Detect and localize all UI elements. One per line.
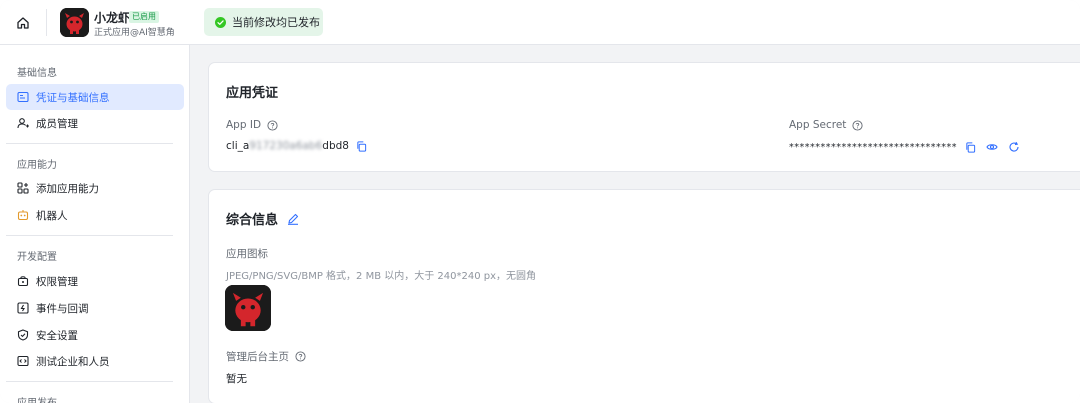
sidebar-group-basic: 基础信息 xyxy=(17,68,57,79)
app-id-value: cli_a 917230a6ab6 dbd8 xyxy=(226,139,369,153)
help-icon[interactable] xyxy=(265,118,279,132)
status-badge: 已启用 xyxy=(129,11,159,23)
credentials-title: 应用凭证 xyxy=(226,86,279,101)
permission-icon xyxy=(17,275,29,287)
sidebar-item-test-tenant[interactable]: 测试企业和人员 xyxy=(6,348,184,374)
help-icon[interactable] xyxy=(293,350,307,364)
sidebar-group-dev: 开发配置 xyxy=(17,252,57,263)
sidebar-item-security[interactable]: 安全设置 xyxy=(6,322,184,348)
sidebar-group-capability: 应用能力 xyxy=(17,160,57,171)
sidebar-item-label: 成员管理 xyxy=(36,117,78,130)
copy-icon[interactable] xyxy=(963,140,977,154)
sidebar-item-label: 添加应用能力 xyxy=(36,182,99,195)
add-capability-icon xyxy=(17,182,29,194)
edit-icon[interactable] xyxy=(286,212,300,226)
credentials-card: 应用凭证 App ID cli_a 917230a6ab6 dbd8 App Sec… xyxy=(208,62,1080,172)
app-secret-label: App Secret xyxy=(789,118,864,132)
app-secret-text: ******************************** xyxy=(789,141,957,153)
member-icon xyxy=(17,117,29,129)
shield-icon xyxy=(17,329,29,341)
sidebar: 基础信息 凭证与基础信息 成员管理 应用能力 添加应用能力 机器人 开发配置 权… xyxy=(0,45,190,403)
copy-icon[interactable] xyxy=(355,139,369,153)
general-info-card: 综合信息 应用图标 JPEG/PNG/SVG/BMP 格式，2 MB 以内，大于… xyxy=(208,189,1080,403)
sidebar-item-add-capability[interactable]: 添加应用能力 xyxy=(6,175,184,201)
divider xyxy=(6,235,173,236)
sidebar-item-members[interactable]: 成员管理 xyxy=(6,110,184,136)
app-secret-label-text: App Secret xyxy=(789,119,847,131)
home-icon[interactable] xyxy=(12,12,34,34)
app-secret-value: ******************************** xyxy=(789,140,1021,154)
divider xyxy=(46,9,47,36)
app-id-label-text: App ID xyxy=(226,119,262,131)
app-id-suffix: dbd8 xyxy=(322,140,349,152)
homepage-value: 暂无 xyxy=(226,373,247,385)
app-icon-hint: JPEG/PNG/SVG/BMP 格式，2 MB 以内，大于 240*240 p… xyxy=(226,271,537,282)
credential-icon xyxy=(17,91,29,103)
toast-text: 当前修改均已发布 xyxy=(232,16,320,29)
general-title-row: 综合信息 xyxy=(226,209,300,228)
sidebar-group-publish: 应用发布 xyxy=(17,394,57,403)
test-icon xyxy=(17,355,29,367)
sidebar-item-robot[interactable]: 机器人 xyxy=(6,202,184,228)
robot-icon xyxy=(17,209,29,221)
app-avatar[interactable] xyxy=(60,8,89,37)
app-id-masked: 917230a6ab6 xyxy=(249,140,323,152)
divider xyxy=(6,381,173,382)
sidebar-item-events[interactable]: 事件与回调 xyxy=(6,295,184,321)
sidebar-item-label: 测试企业和人员 xyxy=(36,355,110,368)
app-subtitle: 正式应用@AI智慧角 xyxy=(94,28,175,38)
app-id-label: App ID xyxy=(226,118,279,132)
sidebar-item-credentials[interactable]: 凭证与基础信息 xyxy=(6,84,184,110)
app-icon-image[interactable] xyxy=(225,285,271,331)
homepage-label: 管理后台主页 xyxy=(226,349,307,364)
sidebar-item-label: 权限管理 xyxy=(36,275,78,288)
sidebar-item-label: 安全设置 xyxy=(36,329,78,342)
help-icon[interactable] xyxy=(850,118,864,132)
refresh-icon[interactable] xyxy=(1007,140,1021,154)
app-id-prefix: cli_a xyxy=(226,140,250,152)
general-title: 综合信息 xyxy=(226,213,279,228)
publish-status-toast: 当前修改均已发布 xyxy=(204,8,323,36)
homepage-label-text: 管理后台主页 xyxy=(226,351,289,363)
check-circle-icon xyxy=(215,16,226,28)
eye-icon[interactable] xyxy=(985,140,999,154)
sidebar-item-label: 机器人 xyxy=(36,209,68,222)
sidebar-item-permissions[interactable]: 权限管理 xyxy=(6,268,184,294)
divider xyxy=(6,143,173,144)
app-window: 小龙虾 已启用 正式应用@AI智慧角 当前修改均已发布 基础信息 凭证与基础信息… xyxy=(0,0,1080,403)
sidebar-item-label: 凭证与基础信息 xyxy=(36,91,110,104)
app-icon-label: 应用图标 xyxy=(226,248,268,260)
sidebar-item-label: 事件与回调 xyxy=(36,302,89,315)
top-bar: 小龙虾 已启用 正式应用@AI智慧角 当前修改均已发布 xyxy=(0,0,1080,45)
event-icon xyxy=(17,302,29,314)
app-name: 小龙虾 xyxy=(94,11,131,25)
